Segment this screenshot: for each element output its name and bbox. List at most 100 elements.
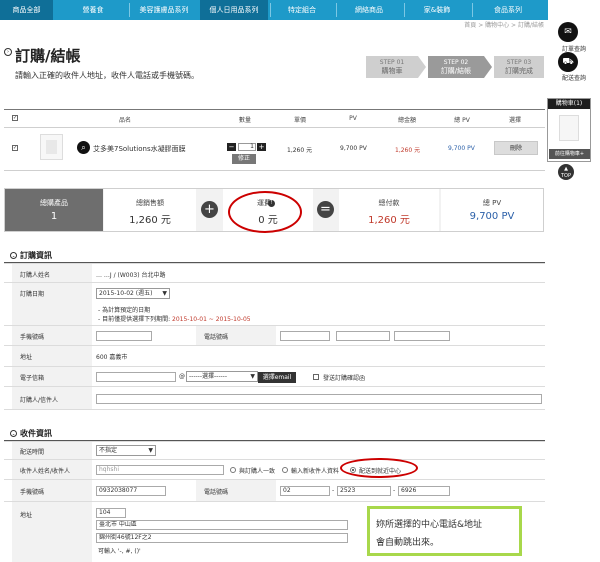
- recipient-mobile-input[interactable]: 0932038077: [96, 486, 166, 496]
- same-as-orderer-radio[interactable]: [230, 467, 236, 473]
- memo-label: 訂購人/信件人: [20, 397, 59, 404]
- recipient-name-label: 收件人姓名/收件人: [20, 468, 71, 475]
- select-email-button[interactable]: 選擇email: [258, 372, 296, 383]
- date-note-2: - 目前僅提供選擇下列期間: 2015-10-01 ~ 2015-10-05: [98, 314, 251, 323]
- recipient-phone-mid-input[interactable]: 2523: [337, 486, 391, 496]
- order-info-title: 訂購資訊: [20, 251, 52, 260]
- select-all-checkbox[interactable]: ✓: [12, 115, 18, 121]
- phone-dash: -: [332, 487, 335, 494]
- subtotal-cell: 總銷售額 1,260 元: [104, 189, 196, 231]
- order-name-value: … …J / (W003) 台北中路: [96, 272, 166, 279]
- order-phone-mid-input[interactable]: [336, 331, 390, 341]
- order-date-value: 2015-10-02 (週五): [99, 290, 153, 297]
- email-label-cell: 電子信箱: [12, 367, 92, 386]
- delivery-time-select[interactable]: 不指定 ▼: [96, 445, 156, 456]
- email-label: 電子信箱: [20, 375, 45, 382]
- product-image[interactable]: [40, 134, 63, 160]
- table-top-border: [4, 109, 545, 110]
- order-name-label: 訂購人姓名: [20, 272, 51, 279]
- mini-cart-product-image[interactable]: [559, 115, 579, 141]
- qty-input[interactable]: 1: [238, 143, 256, 151]
- subtotal-value: 1,260 元: [129, 215, 171, 226]
- email-confirm-label: 發送訂購確認函: [323, 375, 366, 382]
- step-number: STEP 01: [379, 59, 405, 66]
- nav-item-food[interactable]: 食品系列: [472, 0, 544, 20]
- nav-item-home-deco[interactable]: 家&裝飾: [404, 0, 470, 20]
- order-address-row: 地址 600 嘉義市: [4, 345, 545, 366]
- delivery-time-row: 配送時間 不指定 ▼: [4, 441, 545, 459]
- order-date-label: 訂購日期: [20, 291, 45, 298]
- right-sidebar: ✉ 訂單查詢 ⛟ 配送查詢: [548, 0, 600, 562]
- new-recipient-label: 輸入新收件人資料: [291, 468, 340, 475]
- zoom-icon[interactable]: ⌕: [77, 141, 90, 154]
- step-arrow: [418, 56, 426, 78]
- order-query-icon[interactable]: ✉: [558, 22, 578, 42]
- step-number: STEP 02: [443, 59, 469, 66]
- phone-dash: -: [393, 487, 396, 494]
- same-as-orderer-label: 與訂購人一致: [239, 468, 276, 475]
- recipient-name-input[interactable]: hqhshi: [96, 465, 224, 475]
- email-domain-select[interactable]: ------選擇------ ▼: [186, 371, 258, 382]
- recipient-name-label-cell: 收件人姓名/收件人: [12, 460, 92, 479]
- date-range: 2015-10-01 ~ 2015-10-05: [172, 316, 251, 323]
- modify-button[interactable]: 修正: [232, 154, 256, 164]
- new-recipient-radio[interactable]: [282, 467, 288, 473]
- recipient-mobile-label: 手機號碼: [20, 489, 45, 496]
- row-checkbox[interactable]: ✓: [12, 145, 18, 151]
- nav-item-special-set[interactable]: 特定組合: [270, 0, 334, 20]
- mobile-label-cell: 手機號碼: [12, 326, 92, 345]
- order-mobile-input[interactable]: [96, 331, 152, 341]
- email-confirm-checkbox[interactable]: [313, 374, 319, 380]
- step-complete: STEP 03 訂購完成: [494, 56, 544, 78]
- order-date-label-cell: 訂購日期: [12, 283, 92, 325]
- recipient-phone-end-input[interactable]: 6926: [398, 486, 450, 496]
- nav-item-nutrition[interactable]: 營養食: [60, 0, 126, 20]
- recipient-info-title: 收件資訊: [20, 429, 52, 438]
- delete-button[interactable]: 刪除: [494, 141, 538, 155]
- delivery-query-icon[interactable]: ⛟: [558, 52, 578, 72]
- product-name[interactable]: 艾多美7Solutions水凝膠面膜: [93, 144, 186, 154]
- recipient-phone-area-input[interactable]: 02: [280, 486, 330, 496]
- recipient-phone-label-cell: 電話號碼: [196, 480, 276, 501]
- col-header-qty: 數量: [238, 117, 251, 124]
- col-header-total-pv: 總 PV: [454, 117, 470, 124]
- order-info-heading: ⌄ 訂購資訊: [10, 250, 52, 261]
- order-date-select[interactable]: 2015-10-02 (週五) ▼: [96, 288, 170, 299]
- nav-item-online[interactable]: 網絡商品: [336, 0, 402, 20]
- recipient-address-label: 地址: [20, 512, 33, 519]
- delivery-time-value: 不指定: [99, 447, 118, 454]
- zip-input[interactable]: 104: [96, 508, 126, 518]
- order-phone-area-input[interactable]: [280, 331, 330, 341]
- qty-decrease-button[interactable]: −: [227, 143, 236, 151]
- order-name-row: 訂購人姓名 … …J / (W003) 台北中路: [4, 263, 545, 282]
- back-to-top-button[interactable]: ▲ TOP: [558, 164, 574, 180]
- delivery-query-label[interactable]: 配送查詢: [550, 73, 598, 82]
- nav-item-beauty[interactable]: 美容護膚品系列: [130, 0, 198, 20]
- go-to-cart-button[interactable]: 前往購物車+: [549, 149, 590, 159]
- total-items-cell: 總購產品 1: [5, 189, 103, 231]
- nav-item-all-products[interactable]: 商品全部: [0, 0, 53, 20]
- top-nav: 商品全部 營養食 美容護膚品系列 個人日用品系列 特定組合 網絡商品 家&裝飾 …: [0, 0, 548, 20]
- section-dot-icon: ⌄: [10, 252, 17, 259]
- step-arrow: [484, 56, 492, 78]
- mobile-label: 手機號碼: [20, 334, 45, 341]
- top-label: TOP: [560, 173, 571, 179]
- email-user-input[interactable]: [96, 372, 176, 382]
- recipient-phone-row: 手機號碼 0932038077 電話號碼 02 - 2523 - 6926: [4, 479, 545, 501]
- order-phone-end-input[interactable]: [394, 331, 450, 341]
- step-name: 訂購/結帳: [440, 67, 472, 75]
- qty-increase-button[interactable]: +: [257, 143, 266, 151]
- breadcrumb: 首頁 > 購物中心 > 訂購/結帳: [464, 22, 544, 29]
- address-city-input[interactable]: 臺北市 中山區: [96, 520, 348, 530]
- address-street-input[interactable]: 錦州街46號12F之2: [96, 533, 348, 543]
- recipient-address-label-cell: 地址: [12, 502, 92, 562]
- order-memo-input[interactable]: [96, 394, 542, 404]
- order-query-label[interactable]: 訂單查詢: [550, 44, 598, 53]
- col-header-name: 品名: [118, 117, 131, 124]
- unit-pv: 9,700 PV: [340, 145, 367, 152]
- payable-value: 1,260 元: [368, 215, 410, 226]
- section-dot-icon: ⌄: [10, 430, 17, 437]
- address-label-cell: 地址: [12, 346, 92, 366]
- nav-item-daily[interactable]: 個人日用品系列: [200, 0, 268, 20]
- email-domain-value: ------選擇------: [189, 373, 227, 380]
